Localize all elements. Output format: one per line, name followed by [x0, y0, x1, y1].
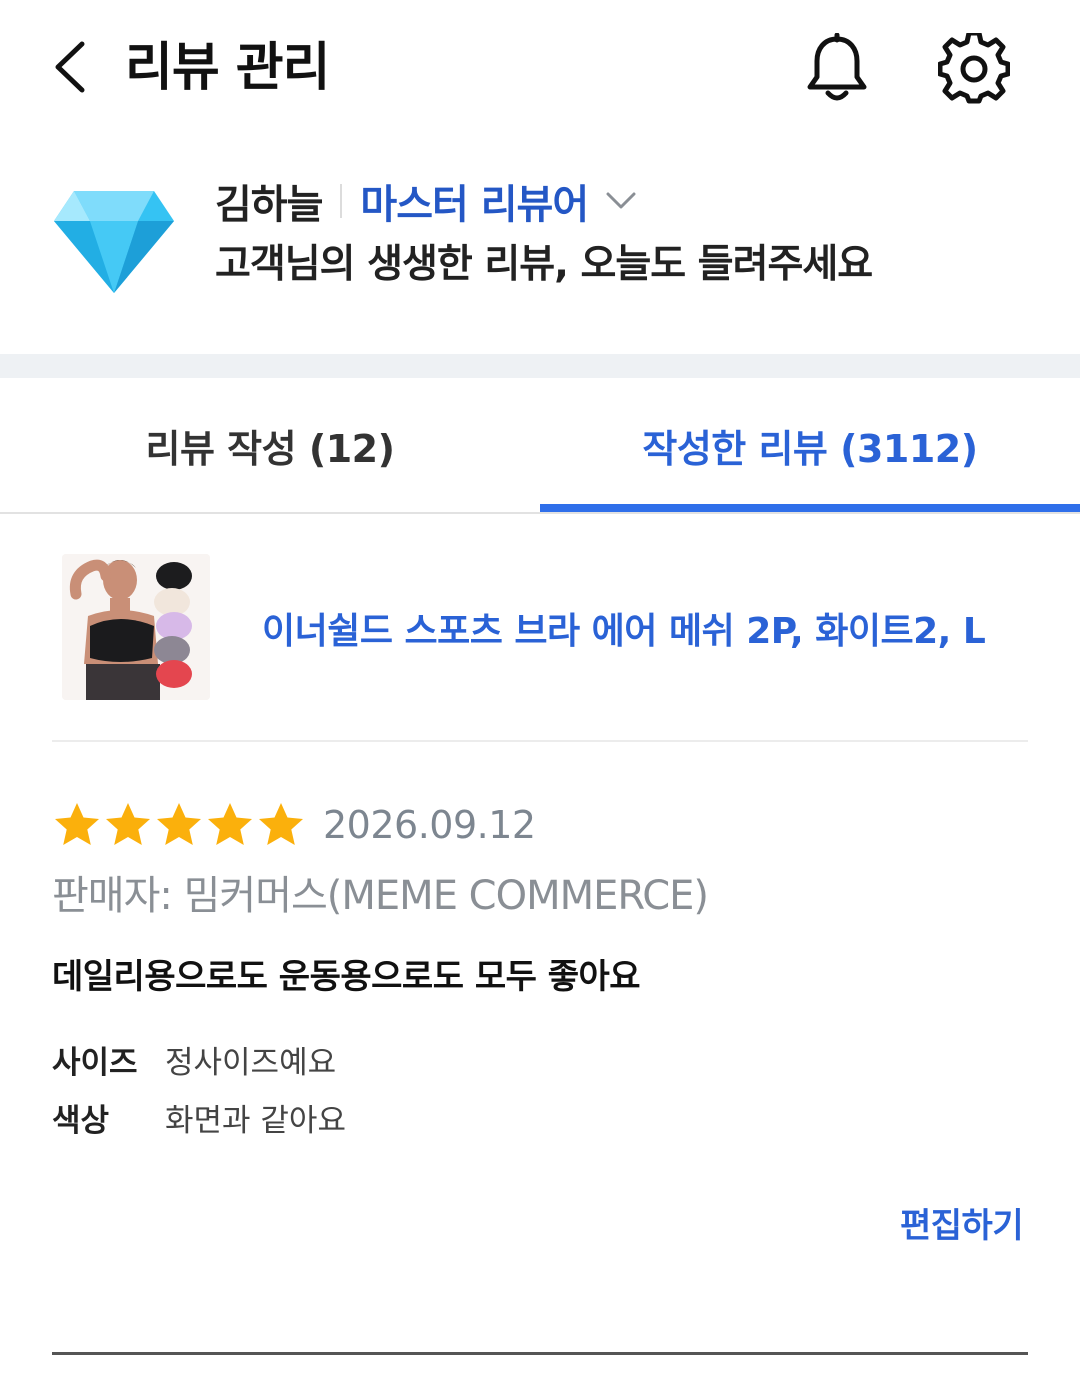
edit-review-button[interactable]: 편집하기 — [900, 1198, 1024, 1247]
list-divider — [52, 1352, 1028, 1355]
chevron-down-icon[interactable] — [606, 192, 636, 210]
attribute-value: 화면과 같아요 — [165, 1102, 346, 1139]
reviewer-grade[interactable]: 마스터 리뷰어 — [360, 172, 589, 230]
review-date: 2026.09.12 — [323, 803, 536, 847]
attribute-label: 사이즈 — [52, 1044, 138, 1081]
attribute-value: 정사이즈예요 — [165, 1044, 337, 1081]
profile-tagline: 고객님의 생생한 리뷰, 오늘도 들려주세요 — [215, 242, 873, 287]
diamond-icon — [54, 191, 174, 293]
star-icon — [208, 803, 252, 845]
name-grade-row: 김하늘 마스터 리뷰어 — [215, 172, 636, 230]
name-divider — [340, 184, 343, 218]
product-thumbnail[interactable] — [62, 554, 210, 700]
product-name-link[interactable]: 이너쉴드 스포츠 브라 에어 메쉬 2P, 화이트2, L — [262, 602, 986, 654]
review-attributes: 사이즈 정사이즈예요 색상 화면과 같아요 — [52, 1030, 1032, 1146]
reviewer-profile: 김하늘 마스터 리뷰어 고객님의 생생한 리뷰, 오늘도 들려주세요 — [0, 150, 1080, 340]
review-body: 데일리용으로도 운동용으로도 모두 좋아요 — [52, 957, 641, 997]
product-row: 이너쉴드 스포츠 브라 에어 메쉬 2P, 화이트2, L — [52, 540, 1028, 742]
seller-name: 판매자: 밈커머스(MEME COMMERCE) — [52, 873, 709, 919]
chevron-left-icon — [55, 41, 85, 93]
gear-icon — [938, 33, 1010, 104]
notifications-button[interactable] — [800, 30, 874, 108]
attribute-label: 색상 — [52, 1102, 110, 1139]
bell-icon — [807, 33, 867, 101]
star-rating — [52, 800, 307, 850]
star-icon — [259, 803, 303, 845]
product-image — [62, 554, 210, 700]
rating-row: 2026.09.12 — [52, 790, 1032, 860]
review-tabs: 리뷰 작성 (12) 작성한 리뷰 (3112) — [0, 378, 1080, 514]
section-divider — [0, 354, 1080, 378]
review-card: 2026.09.12 판매자: 밈커머스(MEME COMMERCE) 데일리용… — [52, 790, 1032, 1146]
star-icon — [106, 803, 150, 845]
attribute-row-size: 사이즈 정사이즈예요 — [52, 1030, 1032, 1088]
user-name: 김하늘 — [215, 182, 323, 228]
back-button[interactable] — [40, 34, 100, 100]
settings-button[interactable] — [935, 30, 1013, 108]
attribute-row-color: 색상 화면과 같아요 — [52, 1088, 1032, 1146]
review-management-screen: 리뷰 관리 김하늘 마스터 리뷰어 고객님의 생생한 리뷰, 오늘도 들려주세요… — [0, 0, 1080, 1374]
top-app-bar: 리뷰 관리 — [0, 0, 1080, 135]
tab-written-reviews[interactable]: 작성한 리뷰 (3112) — [540, 378, 1080, 512]
page-title: 리뷰 관리 — [125, 38, 330, 98]
active-tab-indicator — [540, 504, 1080, 512]
tab-write-review[interactable]: 리뷰 작성 (12) — [0, 378, 540, 512]
star-icon — [157, 803, 201, 845]
star-icon — [55, 803, 99, 845]
